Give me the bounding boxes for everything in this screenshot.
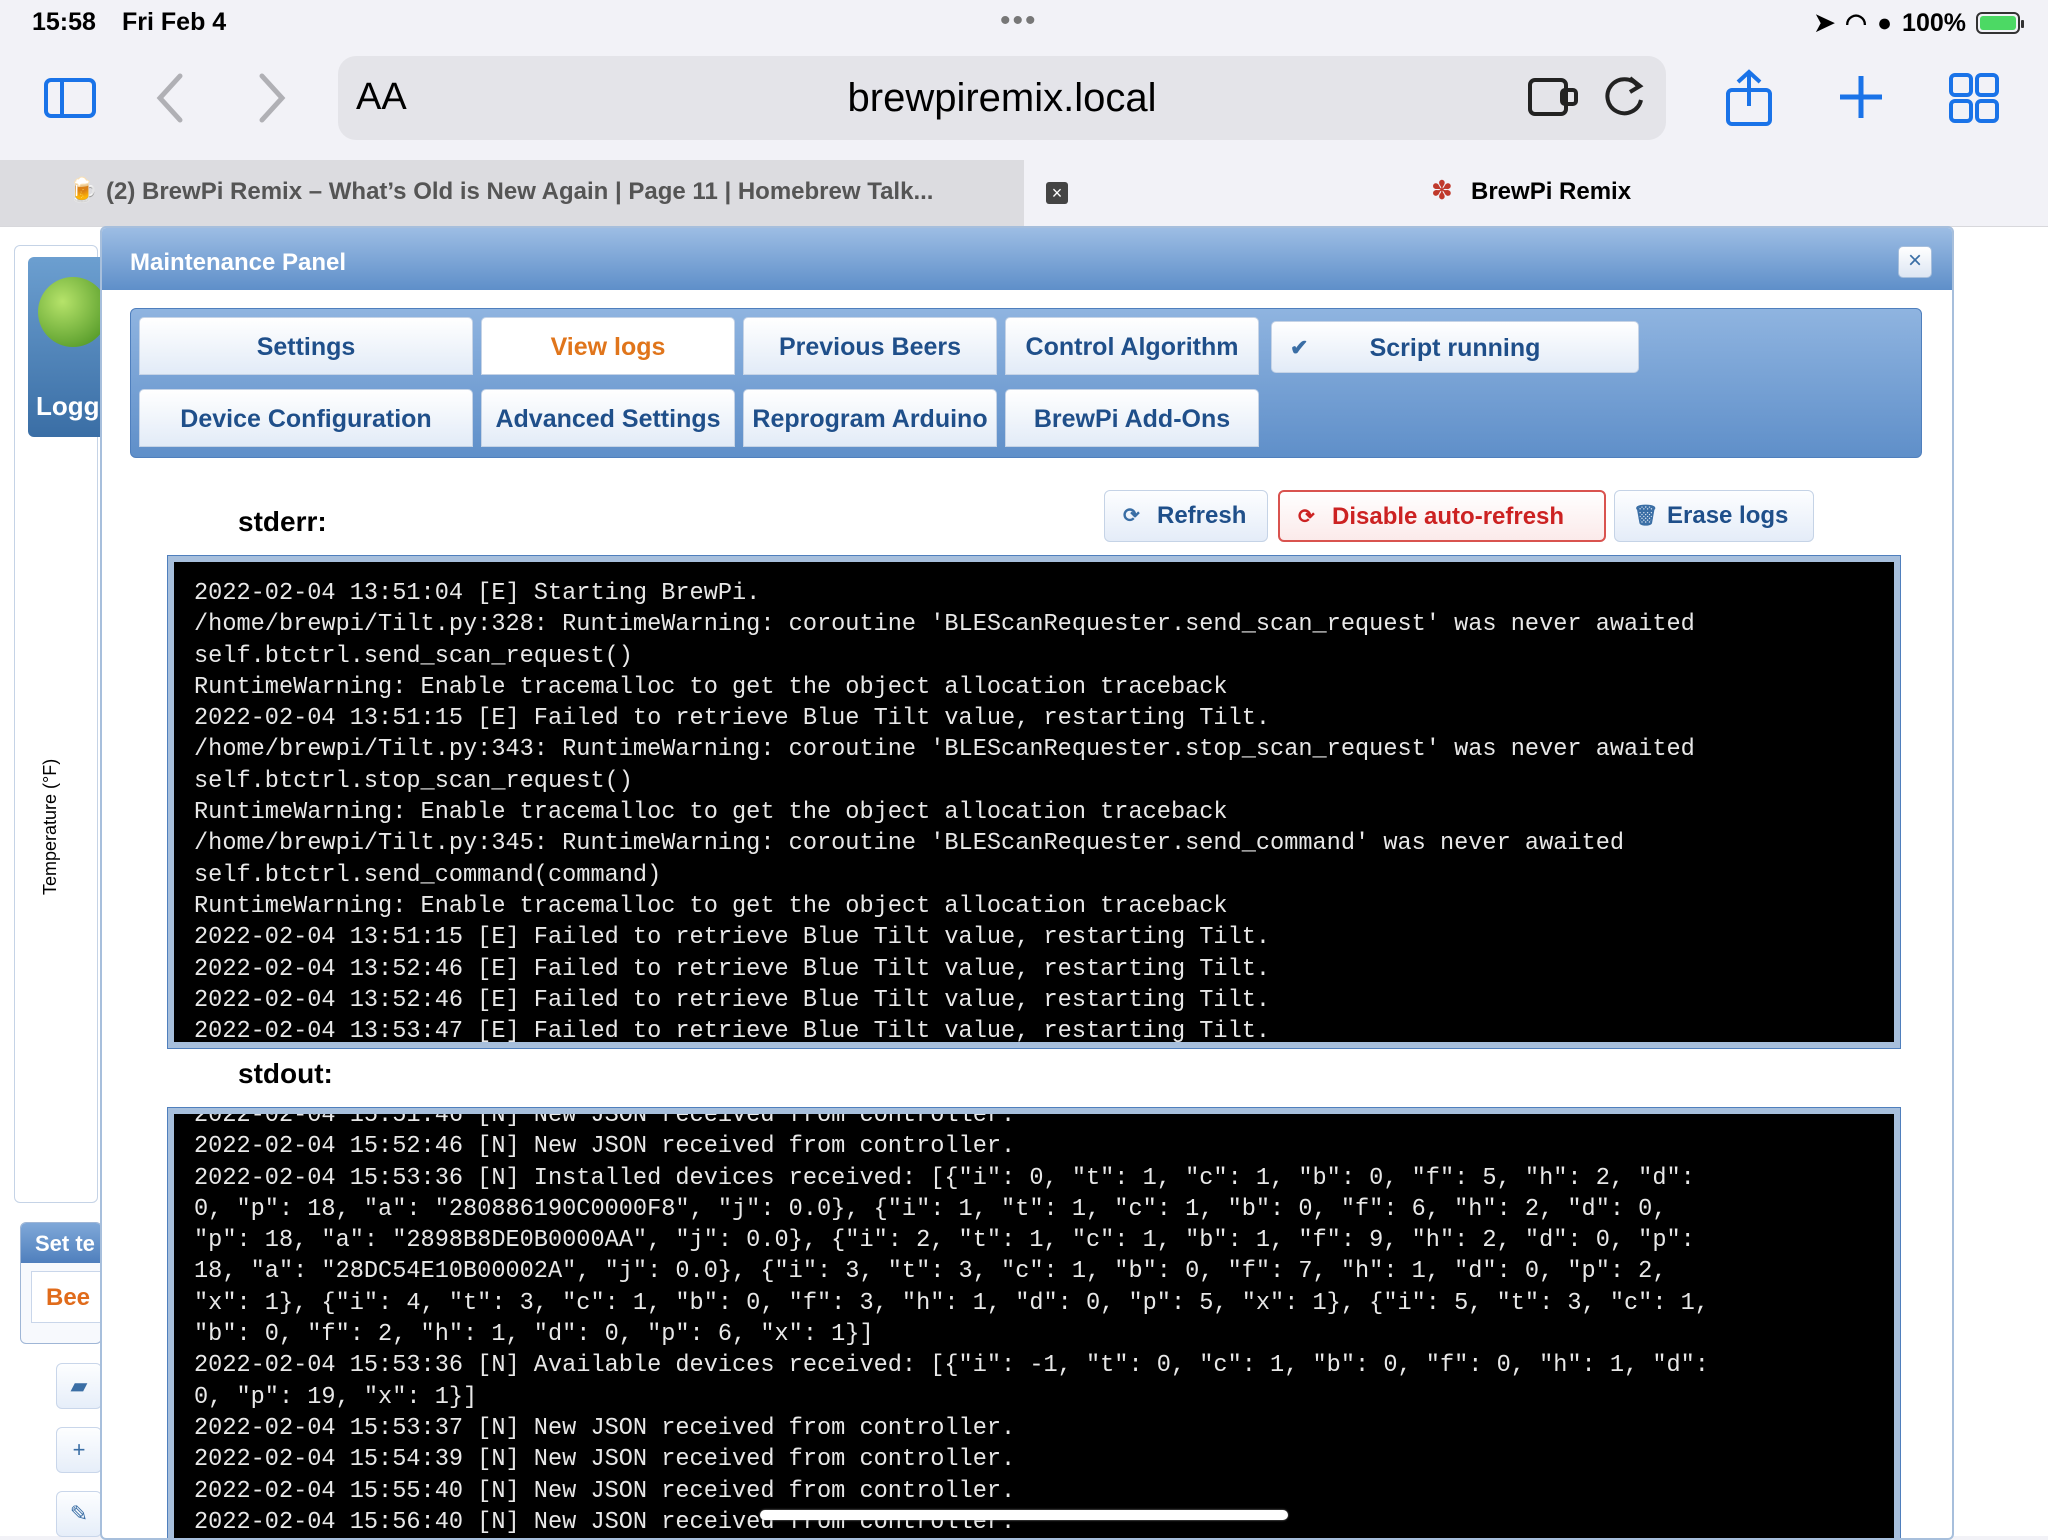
tab-title: (2) BrewPi Remix – What’s Old is New Aga… (106, 178, 934, 205)
refresh-icon: ⟳ (1298, 506, 1315, 528)
stdout-log[interactable]: 2022-02-04 15:51:46 [N] New JSON receive… (167, 1107, 1901, 1538)
share-icon[interactable] (1722, 68, 1776, 137)
stdout-label: stdout: (238, 1058, 333, 1089)
refresh-button[interactable]: ⟳ Refresh (1104, 490, 1268, 542)
dialog-titlebar[interactable]: Maintenance Panel × (102, 228, 1952, 290)
status-time: 15:58 (32, 8, 96, 36)
set-panel-tab[interactable]: Bee (31, 1271, 101, 1323)
tab-overview-icon[interactable] (1948, 72, 2000, 133)
home-indicator[interactable] (760, 1510, 1288, 1520)
folder-icon[interactable]: ▰ (56, 1363, 102, 1409)
stderr-log[interactable]: 2022-02-04 13:51:04 [E] Starting BrewPi.… (167, 555, 1901, 1049)
beer-favicon-icon: 🍺 (68, 177, 98, 204)
raspberry-favicon-icon: ✽ (1431, 175, 1453, 205)
back-icon[interactable] (152, 70, 188, 135)
address-bar[interactable]: AA brewpiremix.local (338, 56, 1666, 140)
forward-icon[interactable] (254, 70, 290, 135)
tab-view-logs[interactable]: View logs (481, 317, 735, 375)
script-running-status[interactable]: ✔ Script running (1271, 321, 1639, 373)
tab-homebrew-talk[interactable]: 🍺 (2) BrewPi Remix – What’s Old is New A… (0, 160, 1024, 226)
new-tab-icon[interactable] (1836, 72, 1886, 131)
maintenance-panel: Maintenance Panel × Settings View logs P… (100, 226, 1954, 1540)
dialog-close-icon[interactable]: × (1898, 246, 1932, 278)
wifi-icon: ◠ (1845, 9, 1867, 37)
tab-reprogram-arduino[interactable]: Reprogram Arduino (743, 389, 997, 447)
status-bar: 15:58 Fri Feb 4 ••• ➤ ◠ ● 100% (0, 0, 2048, 48)
sidebar-icon[interactable] (44, 76, 96, 129)
stderr-label: stderr: (238, 506, 327, 537)
url-text[interactable]: brewpiremix.local (338, 76, 1666, 121)
logo-label: Logg (36, 391, 100, 421)
location-icon: ➤ (1814, 9, 1836, 37)
wrench-icon[interactable]: ✎ (56, 1491, 102, 1537)
battery-icon (1976, 12, 2024, 34)
disable-auto-refresh-button[interactable]: ⟳ Disable auto-refresh (1278, 490, 1606, 542)
extension-icon[interactable] (1526, 72, 1580, 133)
stderr-log-text: 2022-02-04 13:51:04 [E] Starting BrewPi.… (194, 580, 1695, 1046)
refresh-icon: ⟳ (1123, 505, 1140, 527)
person-icon: ● (1876, 8, 1893, 37)
tab-brewpi-addons[interactable]: BrewPi Add-Ons (1005, 389, 1259, 447)
set-temperature-panel: Set te Bee (20, 1222, 102, 1344)
tab-previous-beers[interactable]: Previous Beers (743, 317, 997, 375)
multitasking-dots[interactable]: ••• (1000, 4, 1038, 38)
set-panel-title: Set te (21, 1223, 101, 1263)
grape-logo-icon (38, 277, 108, 347)
battery-percent: 100% (1902, 8, 1966, 37)
tab-device-configuration[interactable]: Device Configuration (139, 389, 473, 447)
tab-title: BrewPi Remix (1471, 178, 1632, 205)
check-icon: ✔ (1290, 335, 1309, 360)
reload-icon[interactable] (1600, 72, 1648, 133)
status-date: Fri Feb 4 (122, 8, 227, 36)
brewpi-logo: Logg (28, 257, 110, 437)
maintenance-tabs: Settings View logs Previous Beers Contro… (130, 308, 1922, 458)
tab-settings[interactable]: Settings (139, 317, 473, 375)
dialog-title: Maintenance Panel (130, 249, 347, 276)
browser-tab-bar: 🍺 (2) BrewPi Remix – What’s Old is New A… (0, 160, 2048, 227)
browser-toolbar: AA brewpiremix.local (0, 48, 2048, 160)
erase-logs-button[interactable]: 🗑 Erase logs (1614, 490, 1814, 542)
tab-advanced-settings[interactable]: Advanced Settings (481, 389, 735, 447)
tab-control-algorithm[interactable]: Control Algorithm (1005, 317, 1259, 375)
add-icon[interactable]: + (56, 1427, 102, 1473)
stdout-log-text: 2022-02-04 15:51:46 [N] New JSON receive… (194, 1108, 1709, 1536)
tab-brewpi-remix[interactable]: ✽ BrewPi Remix (1024, 160, 2048, 226)
y-axis-label: Temperature (°F) (40, 758, 60, 895)
trash-icon: 🗑 (1633, 505, 1659, 527)
